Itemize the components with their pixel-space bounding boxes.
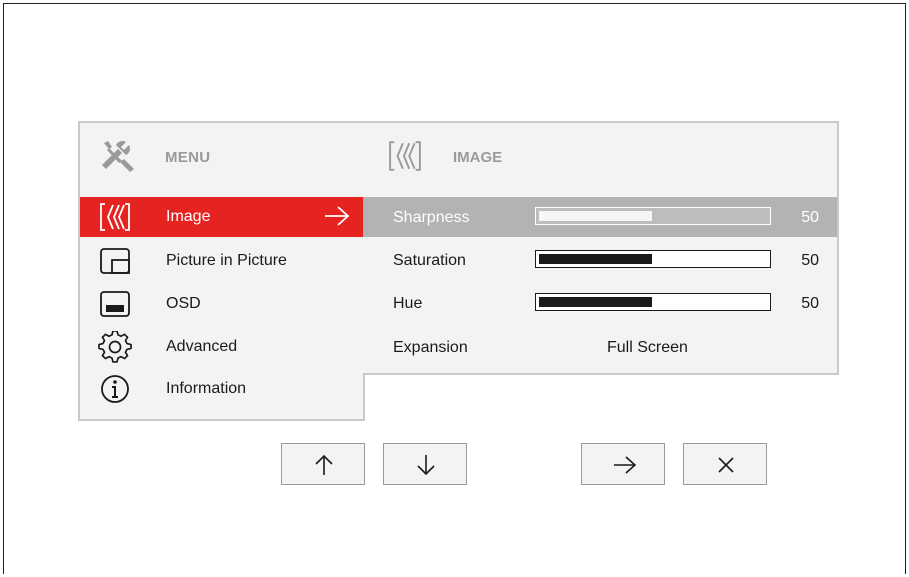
sharpness-slider[interactable] (535, 207, 771, 225)
close-icon (718, 457, 734, 473)
menu-item-label: Picture in Picture (166, 252, 287, 269)
down-button[interactable] (383, 443, 467, 485)
info-icon (98, 373, 130, 405)
down-arrow-icon (417, 455, 435, 476)
menu-item-label: Information (166, 380, 247, 397)
submenu-title: IMAGE (453, 149, 503, 166)
slider-fill (539, 297, 652, 307)
close-button[interactable] (683, 443, 767, 485)
slider-fill (539, 211, 652, 221)
slider-fill (539, 254, 652, 264)
expansion-value: Full Screen (607, 339, 688, 356)
pip-icon (98, 245, 130, 277)
saturation-slider[interactable] (535, 250, 771, 268)
menu-item-information[interactable]: Information (80, 369, 363, 409)
menu-item-label: Advanced (166, 338, 238, 355)
up-arrow-icon (315, 454, 333, 475)
setting-label: Expansion (393, 339, 468, 356)
hue-slider[interactable] (535, 293, 771, 311)
image-icon (385, 139, 425, 178)
wrench-screwdriver-icon (98, 139, 138, 178)
image-submenu: IMAGE Sharpness 50 Saturation 50 Hue 50 … (363, 121, 839, 375)
setting-value: 50 (801, 295, 819, 312)
image-icon (98, 201, 130, 233)
menu-item-osd[interactable]: OSD (80, 284, 363, 324)
setting-value: 50 (801, 252, 819, 269)
setting-label: Sharpness (393, 209, 470, 226)
menu-item-picture-in-picture[interactable]: Picture in Picture (80, 241, 363, 281)
monitor-frame-edge (905, 3, 906, 574)
menu-header: MENU (80, 123, 363, 195)
menu-item-image[interactable]: Image (80, 197, 363, 237)
setting-label: Hue (393, 295, 423, 312)
setting-value: 50 (801, 209, 819, 226)
setting-row-expansion[interactable]: Expansion Full Screen (363, 327, 837, 367)
setting-row-sharpness[interactable]: Sharpness 50 (363, 197, 837, 237)
up-button[interactable] (281, 443, 365, 485)
setting-label: Saturation (393, 252, 466, 269)
menu-item-label: OSD (166, 295, 201, 312)
right-arrow-icon (323, 203, 351, 234)
setting-row-saturation[interactable]: Saturation 50 (363, 240, 837, 280)
menu-item-label: Image (166, 208, 211, 225)
gear-icon (98, 330, 132, 363)
enter-button[interactable] (581, 443, 665, 485)
osd-main-menu: MENU Image Picture in Picture OSD Advanc… (78, 121, 365, 421)
setting-row-hue[interactable]: Hue 50 (363, 283, 837, 323)
osd-icon (98, 288, 130, 320)
menu-title: MENU (165, 149, 211, 166)
menu-item-advanced[interactable]: Advanced (80, 327, 363, 367)
right-arrow-icon (614, 456, 637, 474)
